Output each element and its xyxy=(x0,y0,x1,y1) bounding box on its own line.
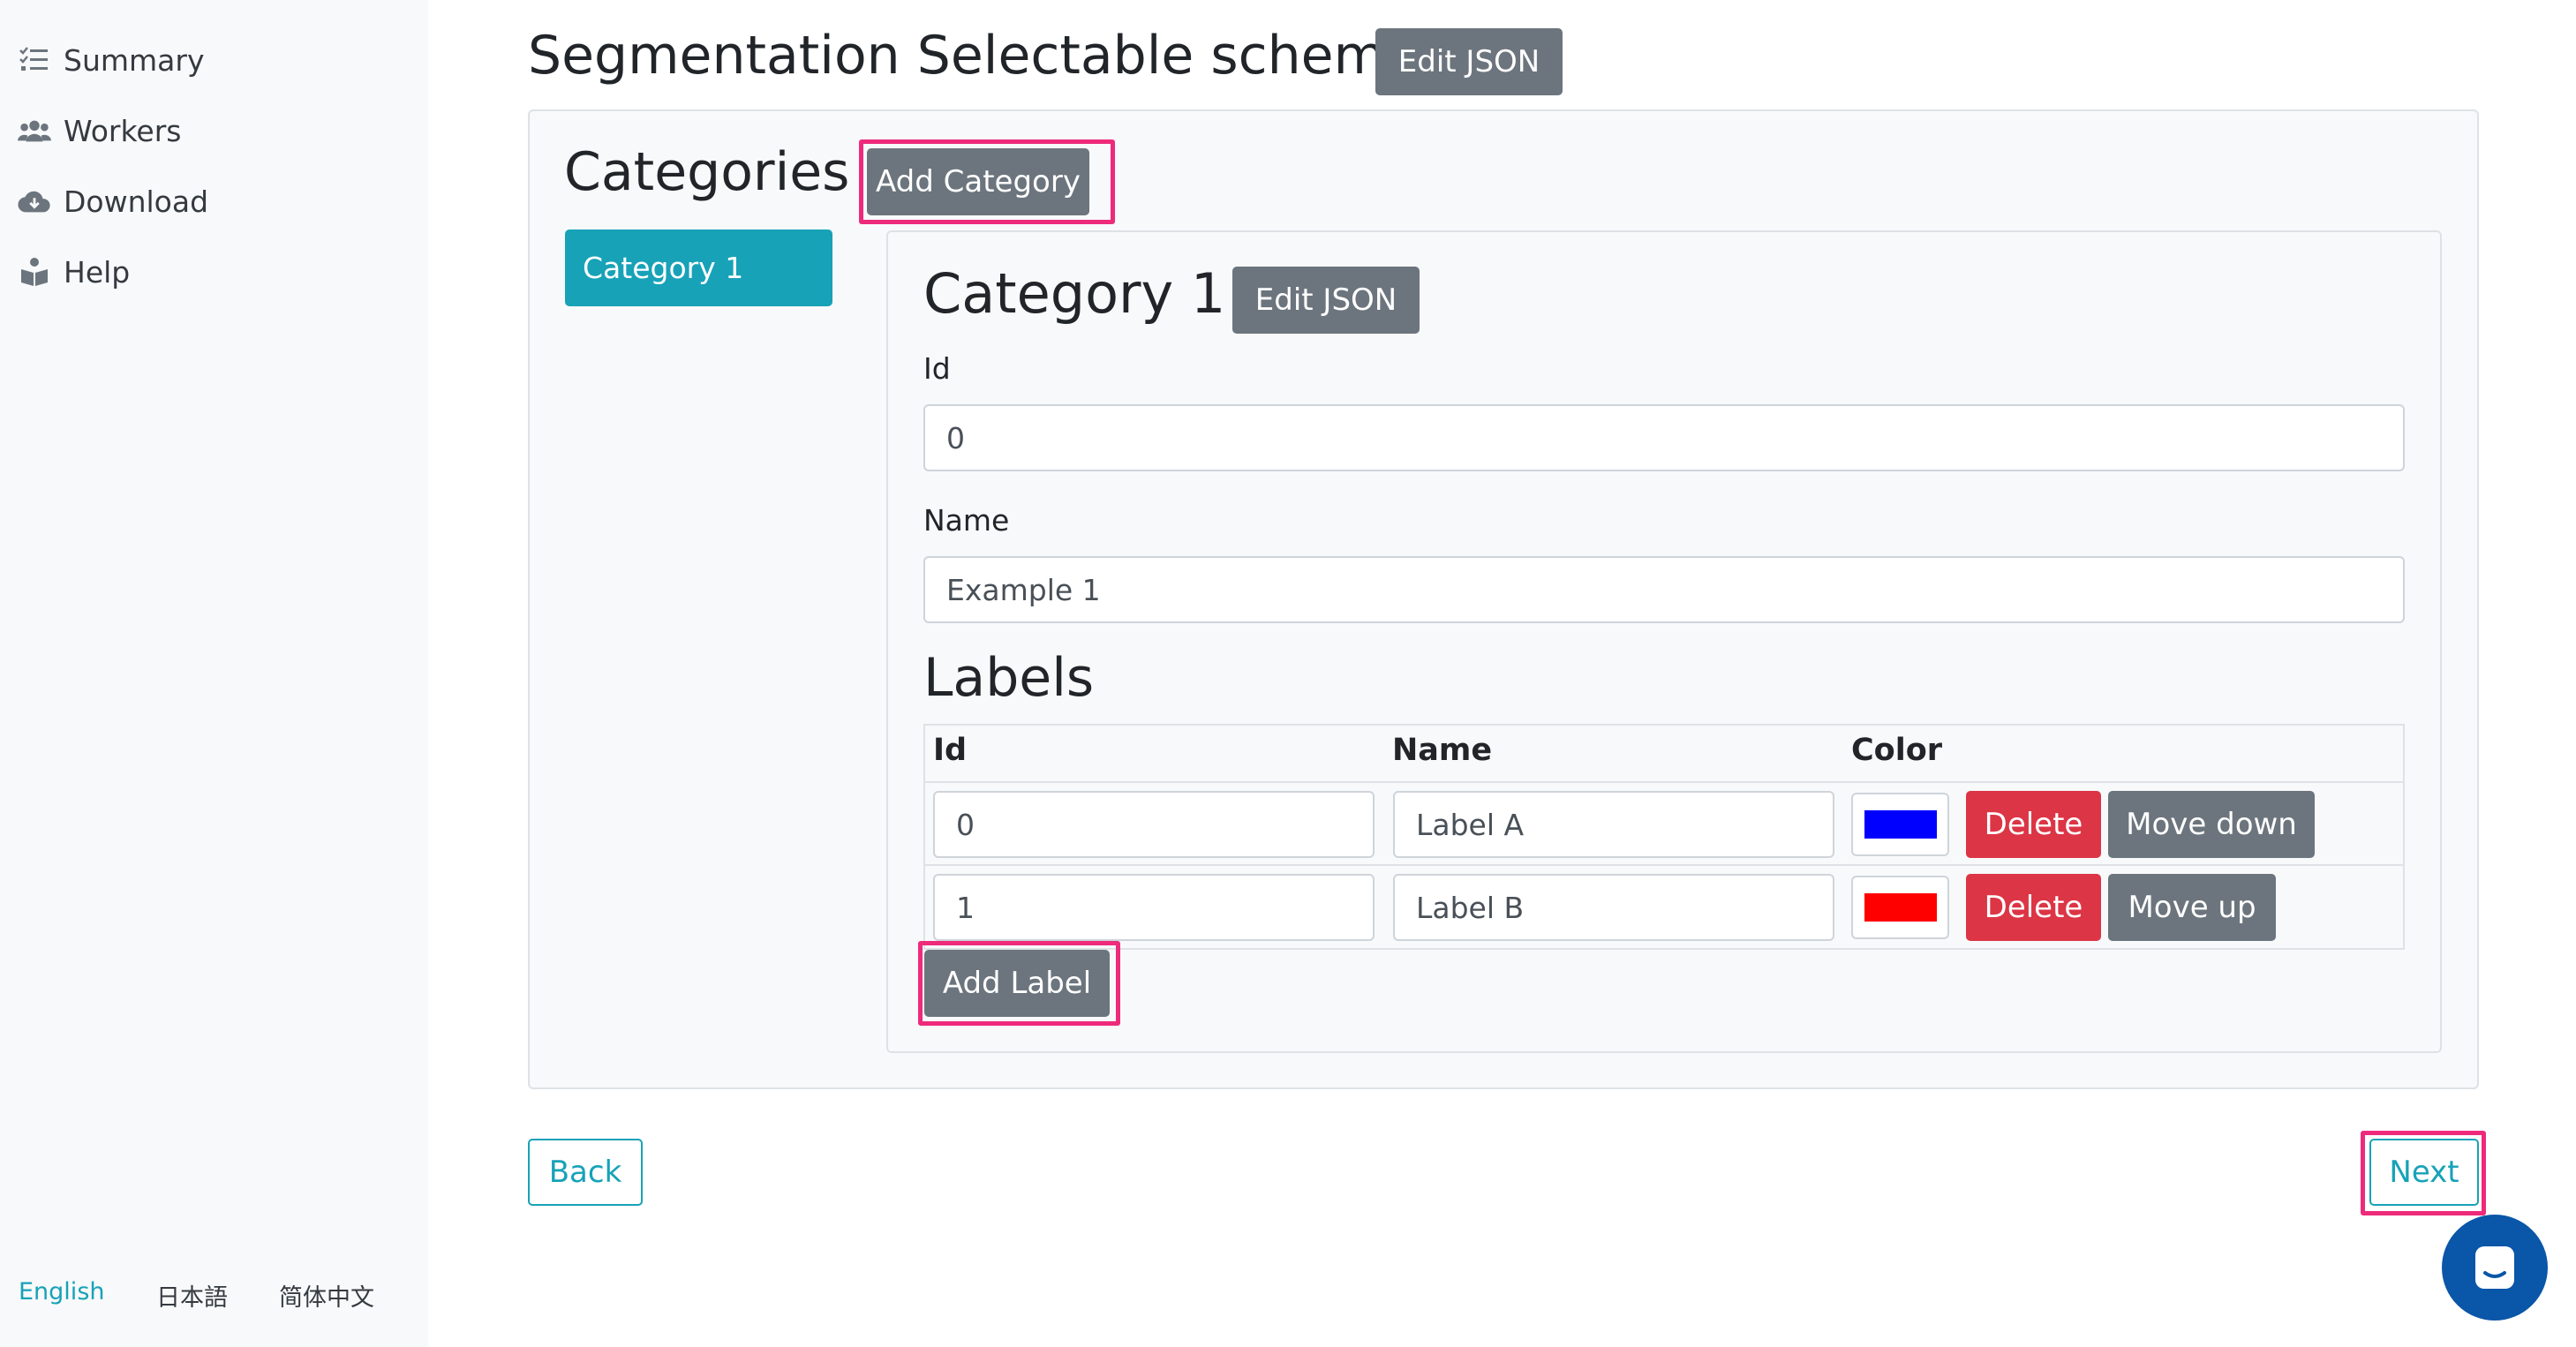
label-id-input[interactable] xyxy=(933,874,1375,941)
category-id-input[interactable] xyxy=(923,404,2405,471)
edit-schema-json-button[interactable]: Edit JSON xyxy=(1375,28,1563,95)
sidebar-item-label: Workers xyxy=(64,113,182,148)
delete-label-button[interactable]: Delete xyxy=(1966,874,2101,941)
cloud-download-icon xyxy=(18,184,51,218)
language-japanese[interactable]: 日本語 xyxy=(156,1278,228,1313)
chat-icon xyxy=(2475,1246,2514,1289)
page-title: Segmentation Selectable schema xyxy=(528,25,1418,87)
color-fill-blue xyxy=(1864,810,1937,839)
labels-heading: Labels xyxy=(923,647,1095,709)
label-name-input[interactable] xyxy=(1393,791,1834,858)
sidebar-item-label: Summary xyxy=(64,42,205,78)
label-name-input[interactable] xyxy=(1393,874,1834,941)
category-title: Category 1 xyxy=(923,261,1226,326)
table-divider xyxy=(923,781,2405,783)
chat-launcher[interactable] xyxy=(2442,1215,2548,1321)
next-highlight xyxy=(2361,1131,2486,1215)
delete-label-button[interactable]: Delete xyxy=(1966,791,2101,858)
category-list-item[interactable]: Category 1 xyxy=(565,230,832,306)
table-divider xyxy=(923,864,2405,866)
label-id-input[interactable] xyxy=(933,791,1375,858)
column-header-name: Name xyxy=(1392,733,1493,768)
sidebar: Summary Workers Download Help English 日本… xyxy=(0,0,428,1347)
add-category-highlight xyxy=(859,139,1115,224)
language-chinese[interactable]: 简体中文 xyxy=(279,1278,374,1313)
sidebar-item-download[interactable]: Download xyxy=(18,175,208,228)
list-check-icon xyxy=(18,43,51,77)
back-button[interactable]: Back xyxy=(528,1139,643,1206)
move-up-button[interactable]: Move up xyxy=(2108,874,2276,941)
sidebar-item-label: Download xyxy=(64,184,209,219)
color-fill-red xyxy=(1864,893,1937,922)
name-label: Name xyxy=(923,503,1010,538)
categories-heading: Categories xyxy=(564,141,850,203)
column-header-id: Id xyxy=(933,733,968,768)
label-color-picker[interactable] xyxy=(1851,793,1949,856)
sidebar-item-help[interactable]: Help xyxy=(18,245,130,298)
label-color-picker[interactable] xyxy=(1851,876,1949,939)
id-label: Id xyxy=(923,351,951,386)
column-header-color: Color xyxy=(1851,733,1943,768)
users-icon xyxy=(18,114,51,147)
move-down-button[interactable]: Move down xyxy=(2108,791,2315,858)
edit-category-json-button[interactable]: Edit JSON xyxy=(1232,267,1420,334)
sidebar-item-summary[interactable]: Summary xyxy=(18,34,204,87)
category-name-input[interactable] xyxy=(923,556,2405,623)
sidebar-item-label: Help xyxy=(64,254,131,290)
language-english[interactable]: English xyxy=(19,1278,105,1306)
sidebar-item-workers[interactable]: Workers xyxy=(18,104,181,157)
book-reader-icon xyxy=(18,255,51,289)
add-label-highlight xyxy=(918,941,1120,1026)
